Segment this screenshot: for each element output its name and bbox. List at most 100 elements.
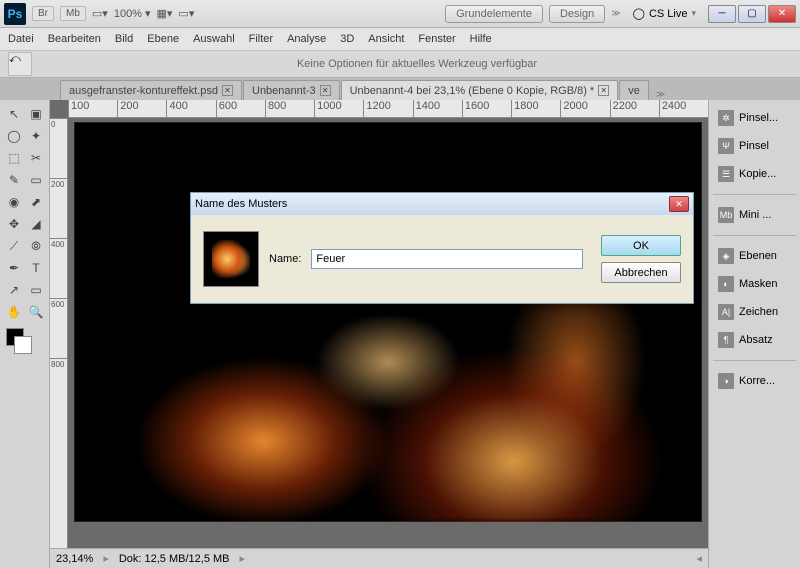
menu-fenster[interactable]: Fenster (418, 33, 455, 45)
cancel-button[interactable]: Abbrechen (601, 262, 681, 283)
screen-mode-select[interactable]: ▭▾ (92, 7, 108, 20)
minibridge-icon: Mb (718, 207, 734, 223)
window-maximize[interactable]: ▢ (738, 5, 766, 23)
name-label: Name: (269, 253, 301, 265)
tool-5[interactable]: ✂ (26, 148, 46, 168)
menu-auswahl[interactable]: Auswahl (193, 33, 235, 45)
panel-character[interactable]: A| Zeichen (713, 300, 796, 324)
layers-icon: ◈ (718, 248, 734, 264)
arrange-select[interactable]: ▦▾ (157, 7, 173, 20)
window-close[interactable]: ✕ (768, 5, 796, 23)
panel-adjustments[interactable]: ◑Korre... (713, 369, 796, 393)
pattern-thumbnail (203, 231, 259, 287)
tool-10[interactable]: ✥ (4, 214, 24, 234)
menu-ansicht[interactable]: Ansicht (368, 33, 404, 45)
extras-select[interactable]: ▭▾ (178, 7, 194, 20)
dialog-titlebar[interactable]: Name des Musters ✕ (191, 193, 693, 215)
ruler-vertical: 0200400600800 (50, 118, 68, 548)
tool-11[interactable]: ◢ (26, 214, 46, 234)
current-tool-icon[interactable]: ⤺ (8, 52, 32, 76)
tool-8[interactable]: ◉ (4, 192, 24, 212)
panels-dock: ✲Pinsel... ΨPinsel ☰ Kopie... Mb Mini ... ◈ Ebe… (708, 100, 800, 568)
status-docsize: Dok: 12,5 MB/12,5 MB (119, 553, 230, 565)
tool-12[interactable]: ⟋ (4, 236, 24, 256)
doc-tab[interactable]: ve (619, 80, 649, 100)
background-swatch[interactable] (14, 336, 32, 354)
options-message: Keine Optionen für aktuelles Werkzeug ve… (42, 58, 792, 70)
bridge-btn[interactable]: Br (32, 6, 54, 21)
doc-tab[interactable]: Unbenannt-3✕ (243, 80, 340, 100)
panel-masks[interactable]: ◐ Masken (713, 272, 796, 296)
panel-minibridge[interactable]: Mb Mini ... (713, 203, 796, 227)
window-minimize[interactable]: ─ (708, 5, 736, 23)
clone-icon: ☰ (718, 166, 734, 182)
tool-6[interactable]: ✎ (4, 170, 24, 190)
menu-analyse[interactable]: Analyse (287, 33, 326, 45)
canvas-area: 1002004006008001000120014001600180020002… (50, 100, 708, 568)
tool-1[interactable]: ▣ (26, 104, 46, 124)
tool-14[interactable]: ✒ (4, 258, 24, 278)
tool-0[interactable]: ↖ (4, 104, 24, 124)
panel-brush[interactable]: ΨPinsel (713, 134, 796, 158)
panel-brush-presets[interactable]: ✲Pinsel... (713, 106, 796, 130)
minibridge-btn[interactable]: Mb (60, 6, 86, 21)
close-icon[interactable]: ✕ (222, 85, 233, 96)
workspace-more-icon[interactable]: ≫ (611, 8, 620, 19)
brush-presets-icon: ✲ (718, 110, 734, 126)
toolbox: ↖▣◯✦⬚✂✎▭◉⬈✥◢⟋⦾✒T↗▭✋🔍 (0, 100, 50, 568)
tool-16[interactable]: ↗ (4, 280, 24, 300)
menu-hilfe[interactable]: Hilfe (470, 33, 492, 45)
panel-label: Kopie... (739, 168, 776, 180)
tool-15[interactable]: T (26, 258, 46, 278)
menu-ebene[interactable]: Ebene (147, 33, 179, 45)
tool-9[interactable]: ⬈ (26, 192, 46, 212)
dialog-close-button[interactable]: ✕ (669, 196, 689, 212)
tabs-overflow-icon[interactable]: ≫ (656, 89, 665, 100)
ruler-horizontal: 1002004006008001000120014001600180020002… (68, 100, 708, 118)
pattern-name-input[interactable] (311, 249, 583, 269)
panel-label: Masken (739, 278, 778, 290)
brush-icon: Ψ (718, 138, 734, 154)
menu-datei[interactable]: Datei (8, 33, 34, 45)
tool-13[interactable]: ⦾ (26, 236, 46, 256)
adjustments-icon: ◑ (718, 373, 734, 389)
menu-bild[interactable]: Bild (115, 33, 133, 45)
status-bar: 23,14% ▸ Dok: 12,5 MB/12,5 MB ▸ ◂ (50, 548, 708, 568)
doc-tab[interactable]: Unbenannt-4 bei 23,1% (Ebene 0 Kopie, RG… (341, 80, 619, 100)
workspace-grundelemente[interactable]: Grundelemente (445, 5, 543, 23)
status-zoom[interactable]: 23,14% (56, 553, 93, 565)
app-logo: Ps (4, 3, 26, 25)
tool-4[interactable]: ⬚ (4, 148, 24, 168)
titlebar: Ps Br Mb ▭▾ 100% ▾ ▦▾ ▭▾ Grundelemente D… (0, 0, 800, 28)
close-icon[interactable]: ✕ (320, 85, 331, 96)
panel-clone[interactable]: ☰ Kopie... (713, 162, 796, 186)
workspace-design[interactable]: Design (549, 5, 605, 23)
cslive-label[interactable]: CS Live (649, 8, 688, 20)
document-canvas[interactable] (74, 122, 702, 522)
character-icon: A| (718, 304, 734, 320)
ok-button[interactable]: OK (601, 235, 681, 256)
tool-2[interactable]: ◯ (4, 126, 24, 146)
menu-filter[interactable]: Filter (249, 33, 273, 45)
menu-bearbeiten[interactable]: Bearbeiten (48, 33, 101, 45)
paragraph-icon: ¶ (718, 332, 734, 348)
tool-19[interactable]: 🔍 (26, 302, 46, 322)
menu-3d[interactable]: 3D (340, 33, 354, 45)
close-icon[interactable]: ✕ (598, 85, 609, 96)
zoom-level[interactable]: 100% ▾ (114, 7, 151, 20)
panel-layers[interactable]: ◈ Ebenen (713, 244, 796, 268)
tool-3[interactable]: ✦ (26, 126, 46, 146)
doc-tab[interactable]: ausgefranster-kontureffekt.psd✕ (60, 80, 242, 100)
canvas-image-fire (75, 123, 701, 521)
tool-18[interactable]: ✋ (4, 302, 24, 322)
tool-17[interactable]: ▭ (26, 280, 46, 300)
panel-label: Zeichen (739, 306, 778, 318)
document-tabbar: ausgefranster-kontureffekt.psd✕ Unbenann… (0, 78, 800, 100)
panel-label: Absatz (739, 334, 773, 346)
options-bar: ⤺ Keine Optionen für aktuelles Werkzeug … (0, 50, 800, 78)
panel-label: Ebenen (739, 250, 777, 262)
panel-paragraph[interactable]: ¶ Absatz (713, 328, 796, 352)
masks-icon: ◐ (718, 276, 734, 292)
panel-label: Mini ... (739, 209, 771, 221)
tool-7[interactable]: ▭ (26, 170, 46, 190)
